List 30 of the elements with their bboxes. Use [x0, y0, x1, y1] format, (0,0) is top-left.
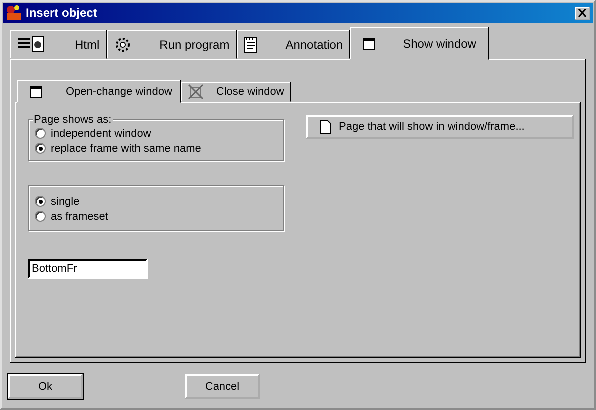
- ok-button[interactable]: Ok: [8, 374, 83, 399]
- tab[interactable]: Close window: [181, 82, 292, 102]
- frame-name-field[interactable]: BottomFr: [28, 259, 148, 279]
- page-button[interactable]: Page that will show in window/frame...: [306, 115, 574, 139]
- app-logo-icon: [6, 5, 22, 21]
- tab[interactable]: Open-change window: [17, 80, 182, 103]
- window-icon: [363, 38, 376, 50]
- tab[interactable]: Annotation: [236, 30, 350, 59]
- tab[interactable]: Run program: [106, 30, 237, 59]
- tab[interactable]: Show window: [350, 27, 490, 60]
- crossed-window-icon: [188, 84, 204, 100]
- close-button[interactable]: [575, 6, 590, 20]
- window-icon: [30, 86, 42, 98]
- notepad-icon: [244, 36, 258, 54]
- window-title: Insert object: [26, 6, 98, 20]
- radio-button[interactable]: [35, 143, 46, 154]
- gear-icon: [114, 36, 132, 54]
- radio-option[interactable]: independent window: [35, 126, 277, 141]
- radio-button[interactable]: [35, 196, 46, 207]
- script-file-icon: [17, 36, 47, 54]
- group-title: Page shows as:: [33, 114, 113, 126]
- document-icon: [320, 120, 331, 134]
- radio-option[interactable]: single: [35, 194, 277, 209]
- radio-option[interactable]: as frameset: [35, 209, 277, 224]
- radio-option[interactable]: replace frame with same name: [35, 141, 277, 156]
- close-icon: [578, 9, 587, 17]
- radio-button[interactable]: [35, 128, 46, 139]
- cancel-button[interactable]: Cancel: [185, 374, 260, 399]
- radio-button[interactable]: [35, 211, 46, 222]
- tab[interactable]: Html: [10, 30, 107, 59]
